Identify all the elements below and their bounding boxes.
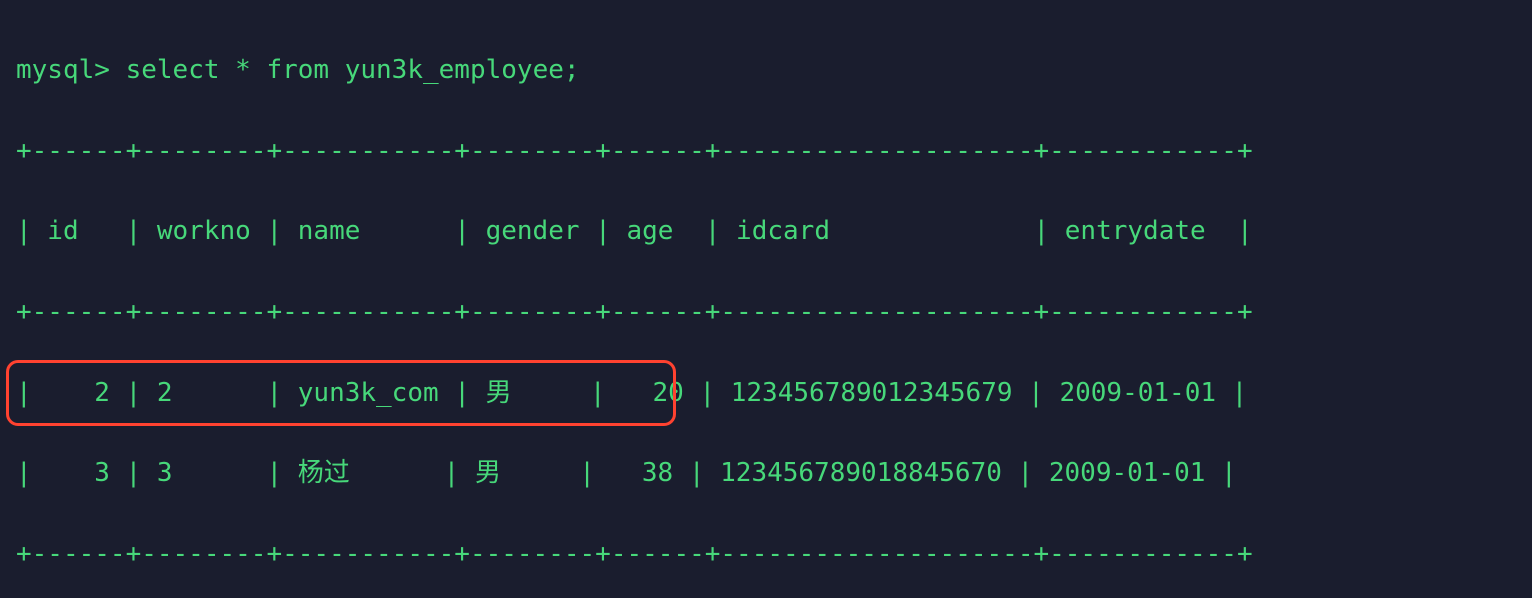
command-line-1: mysql> select * from yun3k_employee; xyxy=(16,50,1516,90)
sql-query-select-1: select * from yun3k_employee; xyxy=(126,55,580,85)
table-row: | 2 | 2 | yun3k_com | 男 | 20 | 123456789… xyxy=(16,373,1516,413)
table-border-mid: +------+--------+-----------+--------+--… xyxy=(16,292,1516,332)
prompt: mysql> xyxy=(16,55,110,85)
table-header-row: | id | workno | name | gender | age | id… xyxy=(16,211,1516,251)
table-row: | 3 | 3 | 杨过 | 男 | 38 | 1234567890188456… xyxy=(16,453,1516,493)
table-border-bottom: +------+--------+-----------+--------+--… xyxy=(16,534,1516,574)
table-border-top: +------+--------+-----------+--------+--… xyxy=(16,131,1516,171)
mysql-terminal[interactable]: mysql> select * from yun3k_employee; +--… xyxy=(0,0,1532,598)
